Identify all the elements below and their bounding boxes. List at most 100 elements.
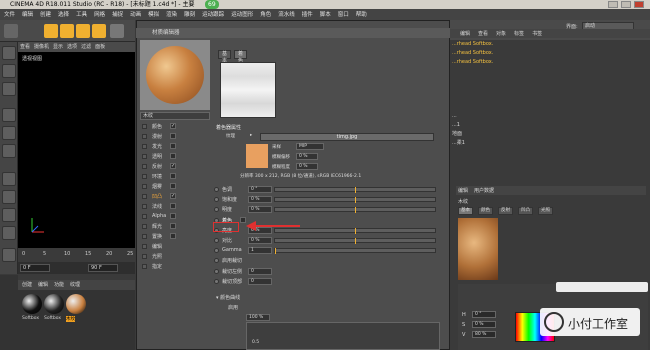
channel-item[interactable]: 凹凸 ✓ <box>140 192 210 201</box>
menu-13[interactable]: 角色 <box>260 12 271 18</box>
select-tool-icon[interactable] <box>44 24 58 38</box>
attribute-tab[interactable]: 基本 <box>458 207 473 215</box>
menu-17[interactable]: 窗口 <box>338 12 349 18</box>
property-value-field[interactable]: 0 ° <box>248 186 272 193</box>
keyframe-dot-icon[interactable] <box>214 207 219 213</box>
checker-icon[interactable] <box>2 64 16 78</box>
channel-checkbox[interactable] <box>170 153 176 159</box>
menu-0[interactable]: 文件 <box>4 12 15 18</box>
channel-checkbox[interactable]: ✓ <box>170 163 176 169</box>
property-value-field[interactable]: 0 <box>248 277 272 285</box>
object-row[interactable] <box>452 103 632 112</box>
channel-checkbox[interactable] <box>170 133 176 139</box>
hsv-field[interactable]: 0 % <box>472 321 496 328</box>
menu-18[interactable]: 帮助 <box>356 12 367 18</box>
move-tool-icon[interactable] <box>60 24 74 38</box>
channel-checkbox[interactable] <box>170 233 176 239</box>
menu-2[interactable]: 创建 <box>40 12 51 18</box>
channel-item[interactable]: 烟雾 <box>140 182 210 191</box>
channel-item[interactable]: 编辑 <box>140 242 210 251</box>
close-button[interactable] <box>634 1 644 8</box>
menu-16[interactable]: 脚本 <box>320 12 331 18</box>
material-swatch[interactable] <box>66 294 86 314</box>
viewport[interactable] <box>18 52 135 248</box>
channel-checkbox[interactable] <box>170 203 176 209</box>
object-row[interactable]: ...1 <box>452 121 632 130</box>
curve-value-field[interactable]: 100 % <box>246 314 270 321</box>
menu-10[interactable]: 雕刻 <box>184 12 195 18</box>
scale-tool-icon[interactable] <box>76 24 90 38</box>
viewport-menu-item[interactable]: 选项 <box>67 44 77 50</box>
channel-item[interactable]: 颜色 ✓ <box>140 122 210 131</box>
grid-icon[interactable] <box>2 248 16 262</box>
material-menu-item[interactable]: 编辑 <box>38 282 48 288</box>
channel-item[interactable]: 漫射 <box>140 132 210 141</box>
magnet-icon[interactable] <box>2 208 16 222</box>
object-row[interactable] <box>452 76 632 85</box>
texture-file-field[interactable]: timg.jpg <box>260 133 434 141</box>
tab-basic[interactable]: 基本 <box>218 50 232 64</box>
viewport-menu-item[interactable]: 摄像机 <box>34 44 49 50</box>
channel-checkbox[interactable] <box>170 213 176 219</box>
object-row[interactable] <box>452 85 632 94</box>
tab-shader[interactable]: 着色器 <box>234 50 248 71</box>
menu-15[interactable]: 插件 <box>302 12 313 18</box>
object-row[interactable]: ...rhead Softbox. <box>452 40 632 49</box>
material-menu-item[interactable]: 功能 <box>54 282 64 288</box>
object-row[interactable] <box>452 67 632 76</box>
menu-9[interactable]: 渲染 <box>166 12 177 18</box>
keyframe-dot-icon[interactable] <box>214 238 219 243</box>
property-value-field[interactable]: 0 % <box>248 237 272 244</box>
object-row[interactable]: ...柔1 <box>452 139 632 148</box>
property-slider[interactable] <box>274 207 436 214</box>
channel-item[interactable]: 法线 <box>140 202 210 211</box>
curve-section[interactable]: ▾ 颜色曲线 <box>216 294 240 301</box>
keyframe-dot-icon[interactable] <box>214 278 219 284</box>
menu-1[interactable]: 编辑 <box>22 12 33 18</box>
object-menu-item[interactable]: 标签 <box>514 31 524 37</box>
property-value-field[interactable]: 1 <box>248 247 272 255</box>
channel-item[interactable]: 环境 <box>140 172 210 181</box>
ime-toolbar[interactable] <box>556 282 648 292</box>
channel-checkbox[interactable] <box>170 223 176 229</box>
blur-offset-field[interactable]: 0 % <box>296 153 318 160</box>
start-frame-field[interactable]: 0 F <box>20 264 50 272</box>
viewport-menu-item[interactable]: 显示 <box>53 44 63 50</box>
material-menu-item[interactable]: 纹理 <box>70 282 80 288</box>
channel-item[interactable]: 发光 <box>140 142 210 151</box>
sampling-select[interactable]: MIP <box>296 143 324 150</box>
object-menu-item[interactable]: 对象 <box>496 31 506 37</box>
menu-5[interactable]: 网格 <box>94 12 105 18</box>
object-row[interactable]: ... <box>452 112 632 121</box>
menu-4[interactable]: 工具 <box>76 12 87 18</box>
channel-checkbox[interactable]: ✓ <box>170 123 176 129</box>
keyframe-dot-icon[interactable] <box>214 187 219 192</box>
menu-6[interactable]: 捕捉 <box>112 12 123 18</box>
cursor-tool-icon[interactable] <box>110 24 124 38</box>
attribute-tab[interactable]: 反射 <box>498 207 513 215</box>
polygons-mode-icon[interactable] <box>2 144 16 158</box>
blur-scale-field[interactable]: 0 % <box>296 163 318 170</box>
menu-11[interactable]: 运动跟踪 <box>202 12 224 18</box>
minimize-button[interactable] <box>608 1 618 8</box>
material-swatch[interactable] <box>22 294 42 314</box>
model-mode-icon[interactable] <box>2 46 16 60</box>
menu-14[interactable]: 流水线 <box>278 12 295 18</box>
object-menu-item[interactable]: 查看 <box>478 31 488 37</box>
property-slider[interactable] <box>274 248 436 255</box>
channel-item[interactable]: 光照 <box>140 252 210 261</box>
channel-checkbox[interactable] <box>170 183 176 189</box>
channel-item[interactable]: 反射 ✓ <box>140 162 210 171</box>
edges-mode-icon[interactable] <box>2 126 16 140</box>
material-menu-item[interactable]: 创建 <box>22 282 32 288</box>
channel-item[interactable]: 透明 <box>140 152 210 161</box>
viewport-menu-item[interactable]: 过滤 <box>81 44 91 50</box>
lock-icon[interactable] <box>2 226 16 240</box>
channel-checkbox[interactable] <box>170 143 176 149</box>
hsv-field[interactable]: 0 ° <box>472 311 496 318</box>
channel-checkbox[interactable] <box>170 173 176 179</box>
property-value-field[interactable]: 0 <box>248 267 272 275</box>
points-mode-icon[interactable] <box>2 108 16 122</box>
timeline-ruler[interactable]: 0 5 10 15 20 25 <box>18 248 135 262</box>
property-slider[interactable] <box>274 197 436 204</box>
